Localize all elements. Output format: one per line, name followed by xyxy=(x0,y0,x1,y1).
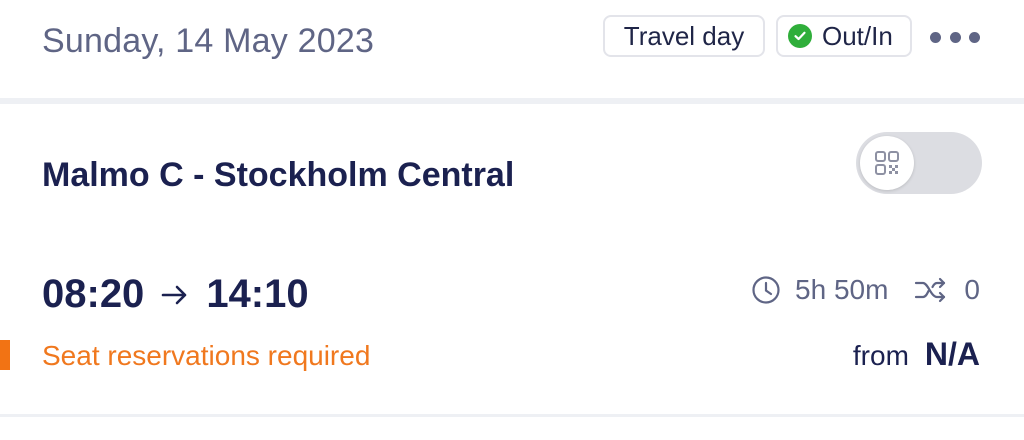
out-in-badge[interactable]: Out/In xyxy=(776,15,912,57)
qr-toggle[interactable] xyxy=(856,132,982,194)
arrow-right-icon xyxy=(160,283,190,307)
route-title: Malmo C - Stockholm Central xyxy=(42,156,515,194)
duration-text: 5h 50m xyxy=(795,274,889,305)
date-heading: Sunday, 14 May 2023 xyxy=(42,22,375,60)
day-header: Sunday, 14 May 2023 Travel day Out/In xyxy=(0,0,1024,96)
changes-icon xyxy=(914,277,948,303)
journey-meta: 5h 50m 0 xyxy=(751,274,980,306)
seat-reservation-notice: Seat reservations required xyxy=(42,340,371,371)
journey-card[interactable]: Malmo C - Stockholm Central 08:20 14:10 xyxy=(0,104,1024,414)
clock-icon xyxy=(751,275,781,305)
price: from N/A xyxy=(853,336,980,373)
warning-accent-bar xyxy=(0,340,10,370)
out-in-label: Out/In xyxy=(822,20,893,51)
travel-day-label: Travel day xyxy=(623,20,745,51)
journey-times: 08:20 14:10 xyxy=(42,272,309,317)
qr-code-icon xyxy=(860,136,914,190)
more-dots-icon[interactable] xyxy=(930,22,980,52)
travel-day-badge[interactable]: Travel day xyxy=(603,15,765,57)
departure-time: 08:20 xyxy=(42,272,145,316)
price-value: N/A xyxy=(924,336,980,372)
divider xyxy=(0,414,1024,417)
arrival-time: 14:10 xyxy=(206,272,309,316)
changes-count: 0 xyxy=(964,274,980,305)
price-prefix: from xyxy=(852,340,909,371)
check-circle-icon xyxy=(788,24,812,48)
